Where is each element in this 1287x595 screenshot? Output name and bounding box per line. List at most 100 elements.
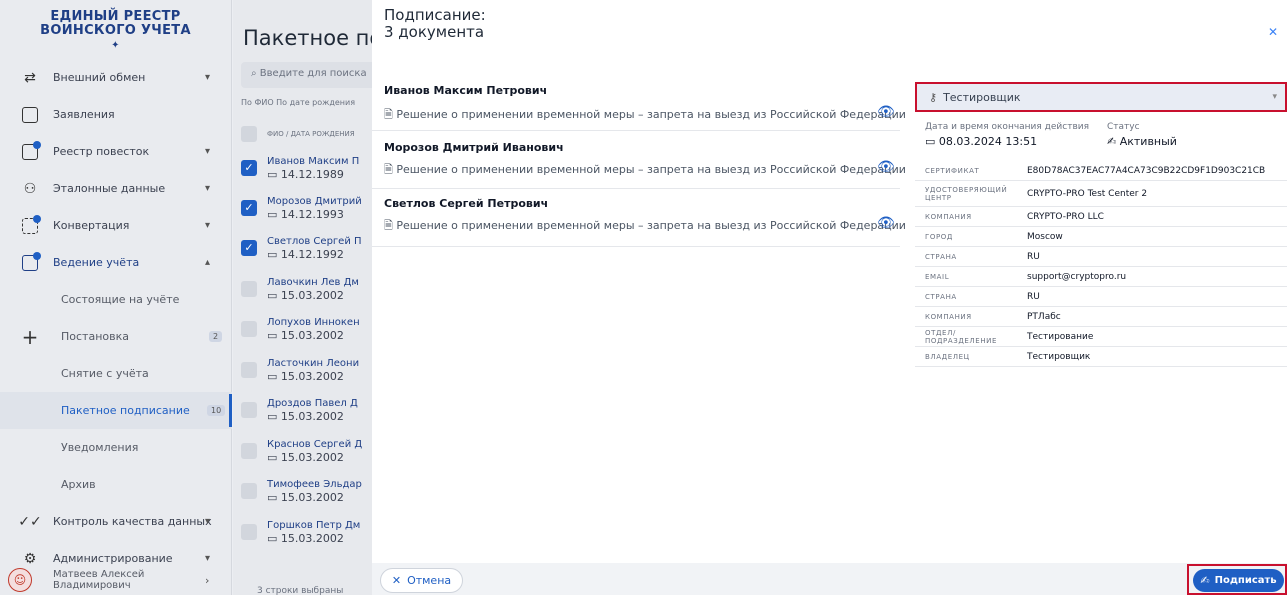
eye-icon[interactable]: 👁 [877, 159, 895, 175]
row-checkbox[interactable] [241, 362, 257, 378]
document-icon [21, 106, 39, 124]
sidebar-item-label: Эталонные данные [53, 182, 166, 195]
sidebar-item-label: Реестр повесток [53, 145, 150, 158]
cert-row-key: СЕРТИФИКАТ [925, 166, 980, 175]
cancel-label: Отмена [407, 574, 452, 587]
row-name: Лопухов Иннокен [267, 316, 360, 328]
document-description: 🗎 Решение о применении временной меры – … [384, 163, 906, 176]
row-checkbox[interactable] [241, 402, 257, 418]
sidebar-item-label: Постановка [61, 330, 129, 343]
cert-row: КОМПАНИЯ РТЛабс [915, 307, 1287, 327]
cert-row-value: Moscow [1027, 231, 1063, 242]
status-label: Статус [1107, 122, 1140, 132]
sidebar-item-label: Администрирование [53, 552, 173, 565]
sidebar-item-summons-register[interactable]: Реестр повесток ▾ [0, 133, 232, 170]
row-name: Ласточкин Леони [267, 357, 360, 369]
chevron-down-icon: ▾ [205, 220, 211, 231]
modal-title-line: Подписание: [384, 6, 486, 24]
certificate-status: Статус ✍ Активный [1107, 122, 1177, 148]
sidebar-item-archive[interactable]: Архив [0, 466, 232, 503]
sidebar-item-label: Контроль качества данных [53, 515, 212, 528]
row-name: Светлов Сергей П [267, 235, 362, 247]
sidebar-item-label: Внешний обмен [53, 71, 146, 84]
logo-line2: ВОИНСКОГО УЧЕТА [40, 23, 191, 38]
row-checkbox[interactable]: ✓ [241, 240, 257, 256]
table-row[interactable]: ✓ Светлов Сергей П ▭ 14.12.1992 [241, 228, 372, 268]
cancel-button[interactable]: ✕ Отмена [380, 568, 463, 593]
certificate-details-table: СЕРТИФИКАТ E80D78AC37EAC77A4CA73C9B22CD9F… [915, 161, 1287, 367]
sidebar-item-label: Уведомления [61, 441, 139, 454]
row-checkbox[interactable] [241, 321, 257, 337]
search-input[interactable]: ⌕ Введите для поиска [241, 62, 372, 88]
cert-row-value: RU [1027, 251, 1040, 262]
table-row[interactable]: Краснов Сергей Д ▭ 15.03.2002 [241, 431, 372, 471]
app-logo[interactable]: ЕДИНЫЙ РЕЕСТР ВОИНСКОГО УЧЕТА ✦ [0, 0, 231, 53]
cert-row-key: СТРАНА [925, 292, 957, 301]
row-checkbox[interactable] [241, 443, 257, 459]
user-menu[interactable]: ☺ Матвеев Алексей Владимирович › [0, 568, 232, 595]
cert-row: КОМПАНИЯ CRYPTO-PRO LLC [915, 207, 1287, 227]
key-icon: ⚷ [929, 90, 938, 104]
table-row[interactable]: Лопухов Иннокен ▭ 15.03.2002 [241, 309, 372, 349]
convert-icon [21, 214, 41, 235]
cert-row-key: ГОРОД [925, 232, 953, 241]
row-date: ▭ 14.12.1993 [267, 207, 344, 221]
document-owner: Светлов Сергей Петрович [384, 197, 549, 210]
row-name: Дроздов Павел Д [267, 397, 358, 409]
chevron-down-icon: ▾ [205, 146, 211, 157]
cert-row-key: КОМПАНИЯ [925, 212, 972, 221]
row-date: ▭ 15.03.2002 [267, 288, 344, 302]
table-row[interactable]: ✓ Морозов Дмитрий ▭ 14.12.1993 [241, 188, 372, 228]
table-row[interactable]: Тимофеев Эльдар ▭ 15.03.2002 [241, 471, 372, 511]
certificate-selected-value: Тестировщик [943, 90, 1021, 104]
eye-icon[interactable]: 👁 [877, 215, 895, 231]
check-icon: ✓✓ [18, 513, 42, 530]
page-title: Пакетное подписание [243, 26, 372, 50]
pin-icon[interactable]: ✦ [0, 39, 231, 53]
cert-row-value: RU [1027, 291, 1040, 302]
user-name: Матвеев Алексей Владимирович [53, 569, 145, 591]
sidebar-item-label: Состоящие на учёте [61, 293, 180, 306]
sidebar-item-data-quality[interactable]: ✓✓ Контроль качества данных ▾ [0, 503, 232, 540]
sidebar-item-notifications[interactable]: Уведомления [0, 429, 232, 466]
table-row[interactable]: Дроздов Павел Д ▭ 15.03.2002 [241, 390, 372, 430]
row-checkbox[interactable] [241, 281, 257, 297]
sidebar-item-accounting[interactable]: Ведение учёта ▴ [0, 244, 232, 281]
sidebar-item-registration[interactable]: + Постановка 2 [0, 318, 232, 355]
sidebar-item-deregistration[interactable]: Снятие с учёта [0, 355, 232, 392]
row-checkbox[interactable] [241, 483, 257, 499]
sidebar-item-batch-signing[interactable]: Пакетное подписание 10 [0, 392, 232, 429]
cert-row-key: ВЛАДЕЛЕЦ [925, 352, 970, 361]
row-checkbox[interactable]: ✓ [241, 160, 257, 176]
sign-button[interactable]: ✍ Подписать [1193, 569, 1284, 592]
modal-title: Подписание: 3 документа [384, 7, 486, 41]
filter-tabs[interactable]: По ФИО По дате рождения [241, 98, 355, 107]
sign-button-highlight: ✍ Подписать [1187, 564, 1287, 595]
table-row[interactable]: Ласточкин Леони ▭ 15.03.2002 [241, 350, 372, 390]
table-row[interactable]: ✓ Иванов Максим П ▭ 14.12.1989 [241, 148, 372, 188]
sidebar-item-reference-data[interactable]: ⚇ Эталонные данные ▾ [0, 170, 232, 207]
sidebar-item-conversion[interactable]: Конвертация ▾ [0, 207, 232, 244]
table-row[interactable]: Лавочкин Лев Дм ▭ 15.03.2002 [241, 269, 372, 309]
eye-icon[interactable]: 👁 [877, 104, 895, 120]
row-name: Иванов Максим П [267, 155, 360, 167]
certificate-select[interactable]: ⚷ Тестировщик ▾ [915, 82, 1287, 112]
row-checkbox[interactable]: ✓ [241, 200, 257, 216]
select-all-checkbox[interactable] [241, 126, 257, 142]
row-name: Лавочкин Лев Дм [267, 276, 359, 288]
sidebar-item-label: Архив [61, 478, 96, 491]
sidebar: ЕДИНЫЙ РЕЕСТР ВОИНСКОГО УЧЕТА ✦ ⇄ Внешни… [0, 0, 232, 595]
table-row[interactable]: Горшков Петр Дм ▭ 15.03.2002 [241, 512, 372, 552]
sidebar-item-label: Снятие с учёта [61, 367, 149, 380]
status-value: ✍ Активный [1107, 135, 1177, 148]
selection-count: 3 строки выбраны [257, 586, 344, 595]
sidebar-item-external-exchange[interactable]: ⇄ Внешний обмен ▾ [0, 59, 232, 96]
search-placeholder: Введите для поиска [259, 68, 367, 79]
chevron-down-icon: ▾ [205, 72, 211, 83]
row-checkbox[interactable] [241, 524, 257, 540]
cert-row-key: СТРАНА [925, 252, 957, 261]
close-icon[interactable]: ✕ [1268, 25, 1278, 39]
column-header: ФИО / ДАТА РОЖДЕНИЯ [267, 130, 355, 138]
sidebar-item-registered[interactable]: Состоящие на учёте [0, 281, 232, 318]
sidebar-item-applications[interactable]: Заявления [0, 96, 232, 133]
